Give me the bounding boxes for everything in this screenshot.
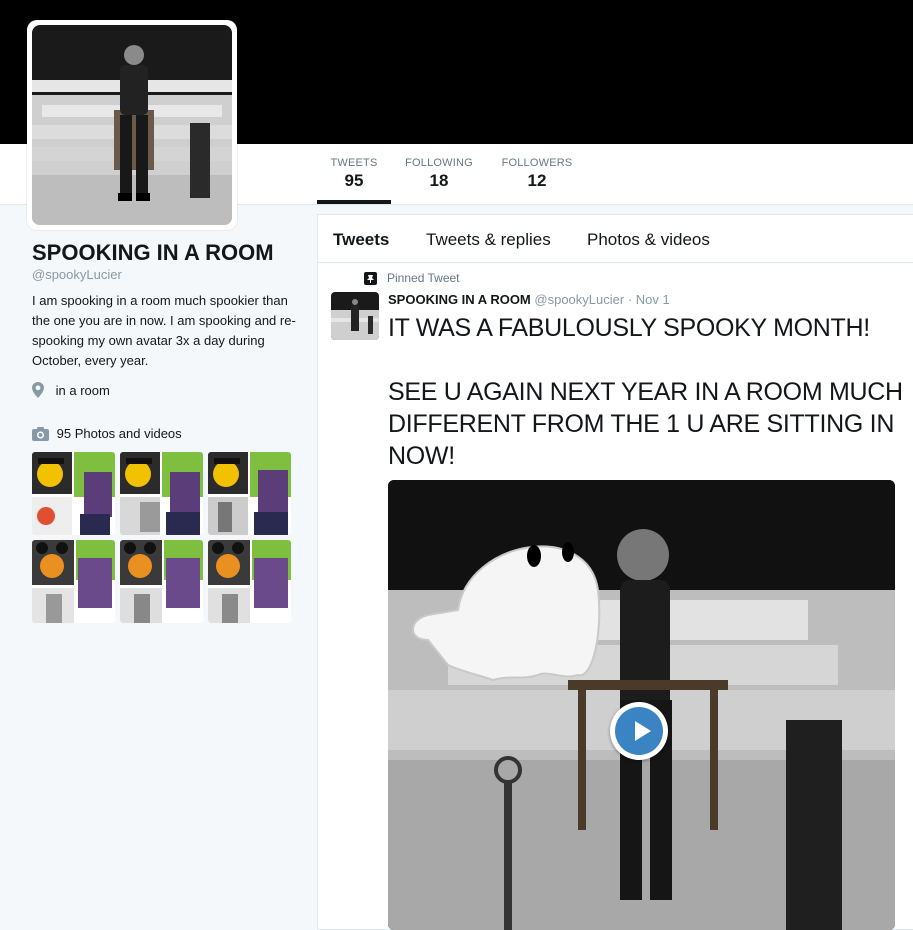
timeline: Tweets Tweets & replies Photos & videos … xyxy=(317,214,913,930)
tweet-date[interactable]: Nov 1 xyxy=(636,292,670,307)
stat-followers[interactable]: FOLLOWERS 12 xyxy=(497,144,577,204)
play-icon xyxy=(615,707,663,755)
play-button[interactable] xyxy=(610,702,668,760)
photo-grid xyxy=(32,452,292,623)
photo-thumbnail[interactable] xyxy=(32,540,115,623)
pinned-label: Pinned Tweet xyxy=(387,271,460,285)
profile-handle[interactable]: @spookyLucier xyxy=(32,267,122,282)
tab-tweets-replies[interactable]: Tweets & replies xyxy=(426,230,551,250)
profile-avatar[interactable] xyxy=(27,20,237,230)
photo-thumbnail[interactable] xyxy=(32,452,115,535)
tweet-author-handle[interactable]: @spookyLucier xyxy=(534,292,624,307)
stat-label: TWEETS xyxy=(330,157,378,169)
stat-label: FOLLOWERS xyxy=(501,157,573,169)
photos-videos-label: 95 Photos and videos xyxy=(56,426,182,441)
tweet-avatar[interactable] xyxy=(331,292,379,340)
photos-videos-link[interactable]: 95 Photos and videos xyxy=(32,426,182,441)
profile-name[interactable]: SPOOKING IN A ROOM xyxy=(32,240,274,266)
photo-thumbnail[interactable] xyxy=(208,540,291,623)
photo-thumbnail[interactable] xyxy=(120,452,203,535)
tweet-avatar-image xyxy=(331,292,379,340)
stat-label: FOLLOWING xyxy=(405,157,473,169)
stat-value: 12 xyxy=(527,171,547,190)
camera-icon xyxy=(32,427,49,441)
stat-value: 18 xyxy=(429,171,449,190)
stat-following[interactable]: FOLLOWING 18 xyxy=(401,144,477,204)
tweet-author-name[interactable]: SPOOKING IN A ROOM xyxy=(388,292,531,307)
avatar-image xyxy=(32,25,232,225)
tweet-separator: · xyxy=(627,292,633,307)
tweet-text: IT WAS A FABULOUSLY SPOOKY MONTH! SEE U … xyxy=(388,314,903,470)
tab-photos-videos[interactable]: Photos & videos xyxy=(587,230,710,250)
map-pin-icon xyxy=(32,382,44,398)
photo-thumbnail[interactable] xyxy=(208,452,291,535)
photo-thumbnail[interactable] xyxy=(120,540,203,623)
stat-tweets[interactable]: TWEETS 95 xyxy=(317,144,391,204)
profile-location: in a room xyxy=(32,382,110,398)
tab-tweets[interactable]: Tweets xyxy=(333,230,389,250)
tweet-header: SPOOKING IN A ROOM @spookyLucier · Nov 1 xyxy=(388,292,670,307)
tweet-media-video[interactable] xyxy=(388,480,895,930)
profile-bio: I am spooking in a room much spookier th… xyxy=(32,293,296,368)
location-text: in a room xyxy=(55,383,110,398)
stat-value: 95 xyxy=(344,171,364,190)
timeline-tabs: Tweets Tweets & replies Photos & videos xyxy=(318,215,913,263)
pinned-icon xyxy=(364,272,377,285)
